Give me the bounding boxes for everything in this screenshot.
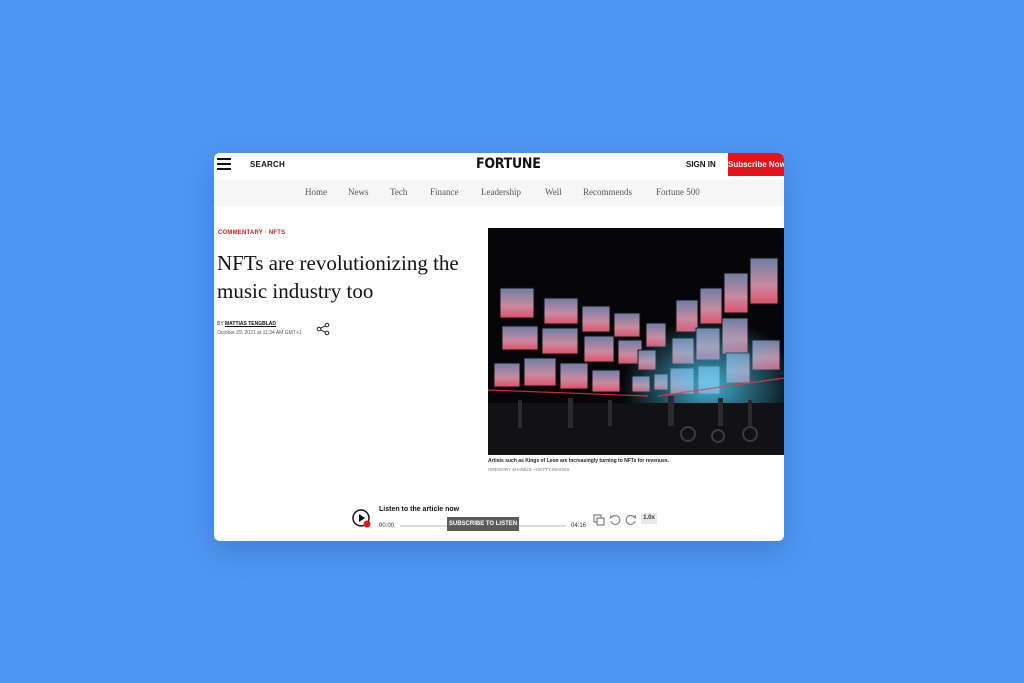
article-headline: NFTs are revolutionizing the music indus… bbox=[217, 251, 459, 303]
nav-item-news[interactable]: News bbox=[348, 187, 369, 197]
nav-item-tech[interactable]: Tech bbox=[390, 187, 407, 197]
nav-item-fortune-500[interactable]: Fortune 500 bbox=[656, 187, 700, 197]
nav-item-well[interactable]: Well bbox=[545, 187, 562, 197]
image-caption: Artists such as Kings of Leon are increa… bbox=[488, 458, 670, 464]
player-title: Listen to the article now bbox=[379, 506, 460, 513]
play-icon[interactable] bbox=[352, 509, 371, 528]
article-kicker[interactable]: COMMENTARY · NFTS bbox=[218, 230, 285, 236]
nav-item-recommends[interactable]: Recommends bbox=[583, 187, 632, 197]
share-icon[interactable] bbox=[316, 322, 330, 336]
publish-date: October 29, 2021 at 11:34 AM GMT+1 bbox=[217, 330, 302, 336]
nav-item-leadership[interactable]: Leadership bbox=[481, 187, 521, 197]
nav-item-home[interactable]: Home bbox=[305, 187, 327, 197]
browser-window: SEARCH FORTUNE SIGN IN Subscribe Now Hom… bbox=[214, 153, 784, 541]
image-credit: GREGORY SHAMUS—GETTY IMAGES bbox=[488, 467, 570, 472]
author-link[interactable]: MATTIAS TENGBLAD bbox=[225, 321, 276, 327]
nav-item-finance[interactable]: Finance bbox=[430, 187, 459, 197]
hamburger-menu-icon[interactable] bbox=[217, 158, 231, 170]
time-elapsed: 00:00 bbox=[379, 523, 395, 529]
playback-speed-button[interactable]: 1.0x bbox=[641, 513, 657, 524]
main-nav: Home News Tech Finance Leadership Well R… bbox=[214, 180, 784, 206]
search-button[interactable]: SEARCH bbox=[250, 160, 285, 169]
subscribe-now-button[interactable]: Subscribe Now bbox=[728, 153, 784, 176]
fortune-logo[interactable]: FORTUNE bbox=[476, 156, 541, 172]
byline-prefix: BY bbox=[217, 321, 224, 327]
byline: BY MATTIAS TENGBLAD bbox=[217, 321, 276, 327]
sign-in-link[interactable]: SIGN IN bbox=[686, 160, 716, 169]
translate-icon[interactable] bbox=[593, 513, 605, 526]
time-total: 04:16 bbox=[571, 523, 587, 529]
forward-icon[interactable] bbox=[625, 513, 637, 525]
article-hero-image bbox=[488, 228, 784, 455]
site-header: SEARCH FORTUNE SIGN IN Subscribe Now bbox=[214, 153, 784, 179]
rewind-icon[interactable] bbox=[609, 513, 621, 525]
subscribe-to-listen-button[interactable]: SUBSCRIBE TO LISTEN bbox=[447, 517, 519, 531]
